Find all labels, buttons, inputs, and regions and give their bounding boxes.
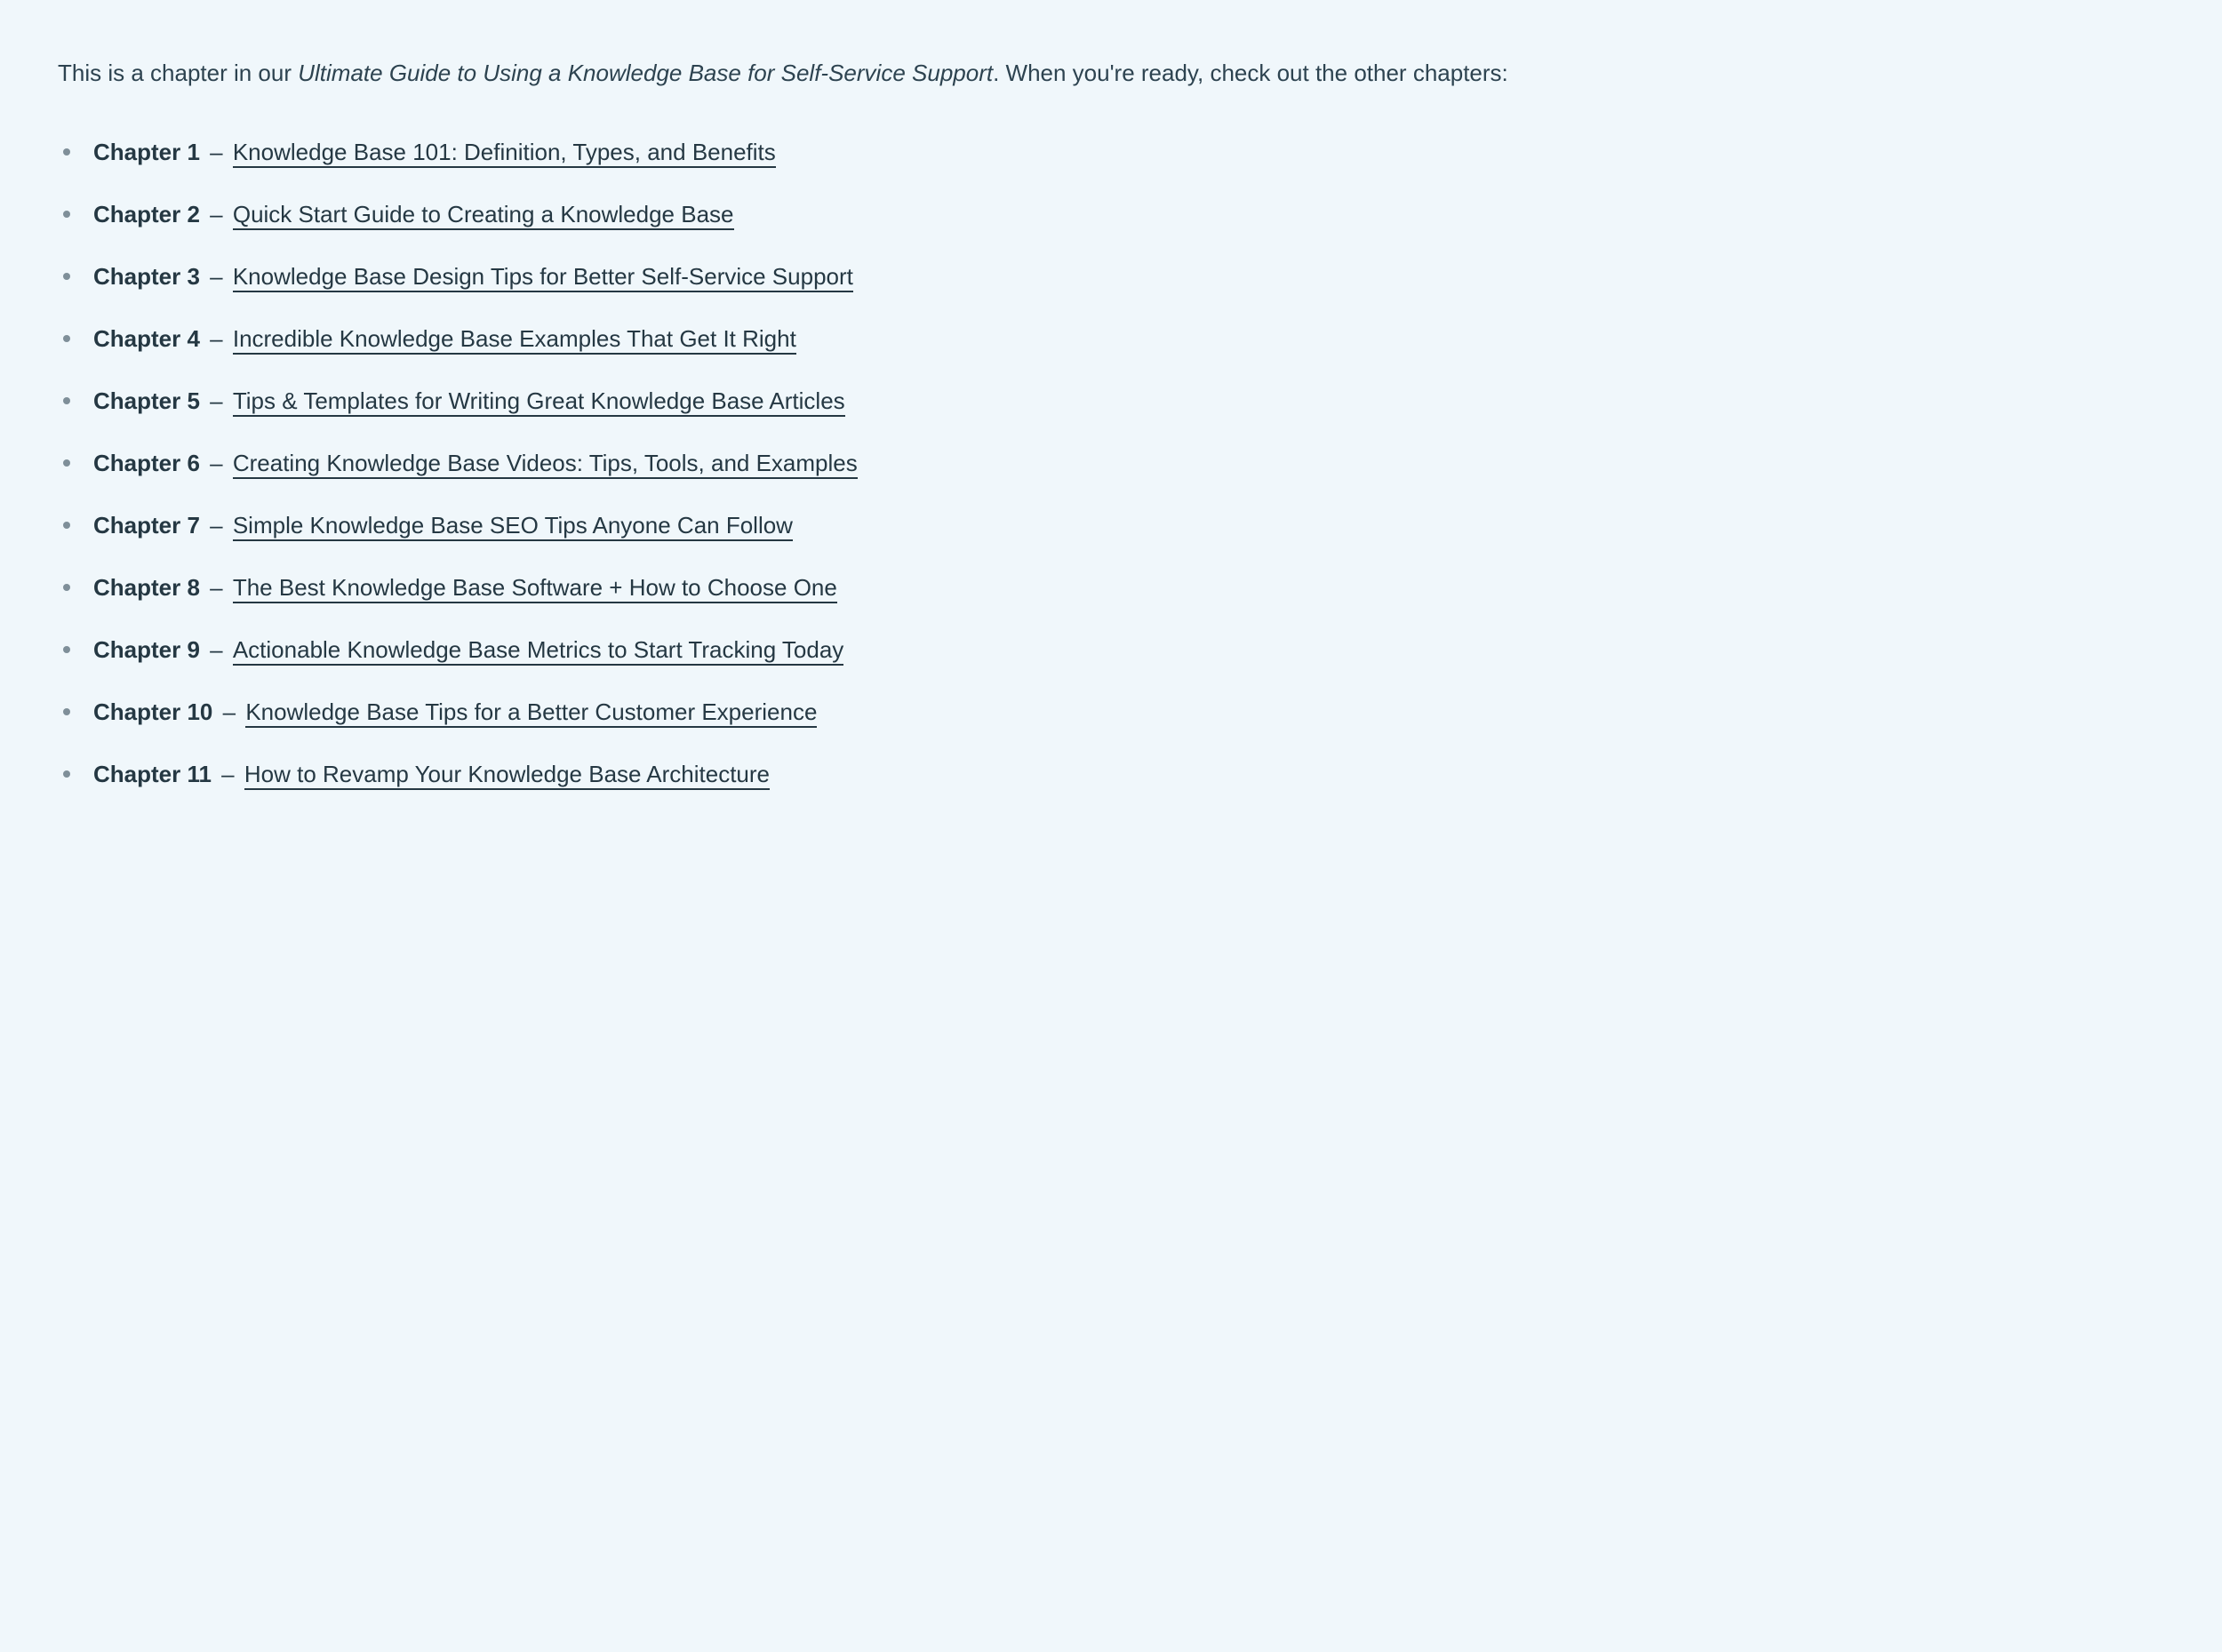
chapter-link[interactable]: The Best Knowledge Base Software + How t… [233, 574, 837, 603]
list-item: Chapter 9 – Actionable Knowledge Base Me… [58, 634, 2164, 666]
chapter-link[interactable]: Knowledge Base 101: Definition, Types, a… [233, 139, 776, 168]
chapter-label: Chapter 11 [93, 761, 212, 787]
chapter-label: Chapter 9 [93, 636, 200, 663]
list-item: Chapter 2 – Quick Start Guide to Creatin… [58, 199, 2164, 230]
separator: – [200, 139, 233, 165]
chapter-link[interactable]: Knowledge Base Design Tips for Better Se… [233, 263, 853, 292]
chapter-label: Chapter 4 [93, 325, 200, 352]
chapter-label: Chapter 2 [93, 201, 200, 227]
separator: – [200, 636, 233, 663]
chapter-link[interactable]: Creating Knowledge Base Videos: Tips, To… [233, 450, 858, 479]
intro-prefix: This is a chapter in our [58, 60, 298, 86]
list-item: Chapter 4 – Incredible Knowledge Base Ex… [58, 323, 2164, 355]
chapter-label: Chapter 10 [93, 698, 212, 725]
list-item: Chapter 1 – Knowledge Base 101: Definiti… [58, 137, 2164, 168]
list-item: Chapter 3 – Knowledge Base Design Tips f… [58, 261, 2164, 292]
list-item: Chapter 8 – The Best Knowledge Base Soft… [58, 572, 2164, 603]
separator: – [200, 201, 233, 227]
chapter-link[interactable]: How to Revamp Your Knowledge Base Archit… [244, 761, 770, 790]
separator: – [212, 761, 244, 787]
chapter-link[interactable]: Quick Start Guide to Creating a Knowledg… [233, 201, 734, 230]
chapter-label: Chapter 6 [93, 450, 200, 476]
chapter-list: Chapter 1 – Knowledge Base 101: Definiti… [58, 137, 2164, 791]
list-item: Chapter 5 – Tips & Templates for Writing… [58, 386, 2164, 417]
chapter-label: Chapter 8 [93, 574, 200, 601]
chapter-link[interactable]: Tips & Templates for Writing Great Knowl… [233, 387, 845, 417]
list-item: Chapter 7 – Simple Knowledge Base SEO Ti… [58, 510, 2164, 541]
chapter-link[interactable]: Knowledge Base Tips for a Better Custome… [245, 698, 817, 728]
separator: – [200, 387, 233, 414]
list-item: Chapter 6 – Creating Knowledge Base Vide… [58, 448, 2164, 479]
separator: – [200, 450, 233, 476]
chapter-link[interactable]: Incredible Knowledge Base Examples That … [233, 325, 796, 355]
chapter-label: Chapter 3 [93, 263, 200, 290]
separator: – [200, 263, 233, 290]
chapter-link[interactable]: Simple Knowledge Base SEO Tips Anyone Ca… [233, 512, 793, 541]
chapter-label: Chapter 7 [93, 512, 200, 539]
separator: – [200, 325, 233, 352]
guide-title: Ultimate Guide to Using a Knowledge Base… [298, 60, 993, 86]
separator: – [200, 512, 233, 539]
intro-paragraph: This is a chapter in our Ultimate Guide … [58, 53, 2164, 94]
list-item: Chapter 11 – How to Revamp Your Knowledg… [58, 759, 2164, 790]
list-item: Chapter 10 – Knowledge Base Tips for a B… [58, 697, 2164, 728]
separator: – [200, 574, 233, 601]
chapter-label: Chapter 5 [93, 387, 200, 414]
chapter-link[interactable]: Actionable Knowledge Base Metrics to Sta… [233, 636, 843, 666]
separator: – [212, 698, 245, 725]
intro-suffix: . When you're ready, check out the other… [993, 60, 1508, 86]
chapter-label: Chapter 1 [93, 139, 200, 165]
